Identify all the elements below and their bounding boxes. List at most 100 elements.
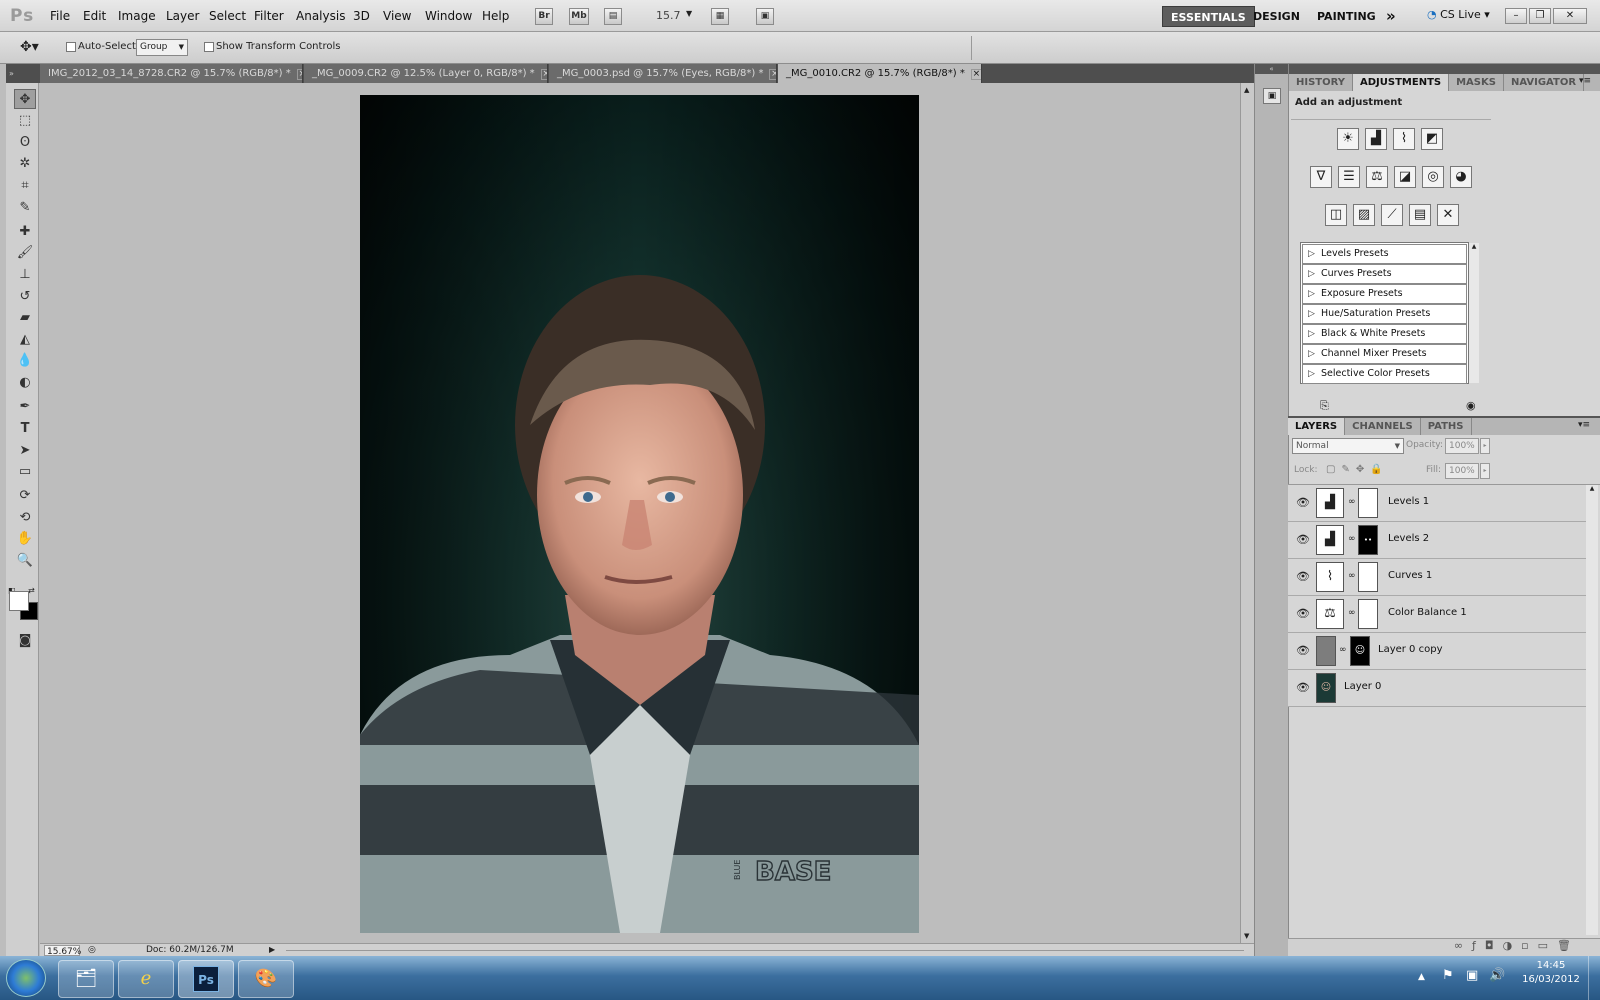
color-balance-icon[interactable]: ⚖ bbox=[1366, 166, 1388, 188]
workspace-essentials[interactable]: ESSENTIALS bbox=[1162, 6, 1255, 27]
blur-tool-icon[interactable]: 💧 bbox=[14, 351, 36, 371]
fill-input[interactable]: 100% bbox=[1445, 463, 1479, 479]
layers-scrollbar[interactable]: ▲ bbox=[1586, 485, 1598, 935]
3d-orbit-tool-icon[interactable]: ⟲ bbox=[14, 508, 36, 528]
channel-mixer-icon[interactable]: ◕ bbox=[1450, 166, 1472, 188]
close-icon[interactable]: × bbox=[296, 69, 302, 80]
workspace-painting[interactable]: PAINTING bbox=[1309, 6, 1384, 27]
preset-curves[interactable]: ▷ Curves Presets bbox=[1302, 264, 1467, 284]
tab-navigator[interactable]: NAVIGATOR bbox=[1503, 74, 1585, 91]
curves-icon[interactable]: ⌇ bbox=[1393, 128, 1415, 150]
paint-taskbar-icon[interactable]: 🎨 bbox=[238, 960, 294, 998]
gradient-map-icon[interactable]: ▤ bbox=[1409, 204, 1431, 226]
posterize-icon[interactable]: ▨ bbox=[1353, 204, 1375, 226]
close-icon[interactable]: × bbox=[970, 69, 981, 80]
history-brush-tool-icon[interactable]: ↺ bbox=[14, 287, 36, 307]
doc-tab-4-active[interactable]: _MG_0010.CR2 @ 15.7% (RGB/8*) * × bbox=[778, 64, 982, 83]
link-icon[interactable]: ∞ bbox=[1348, 497, 1356, 507]
preset-exposure[interactable]: ▷ Exposure Presets bbox=[1302, 284, 1467, 304]
move-tool-icon[interactable]: ✥ bbox=[14, 89, 36, 109]
levels-icon[interactable]: ▟ bbox=[1365, 128, 1387, 150]
eye-icon[interactable]: 👁 bbox=[1296, 644, 1310, 657]
menu-select[interactable]: Select bbox=[209, 9, 246, 23]
threshold-icon[interactable]: ⟋ bbox=[1381, 204, 1403, 226]
layer-row-levels-1[interactable]: 👁 ▟ ∞ Levels 1 bbox=[1288, 485, 1586, 522]
panel-menu-icon[interactable]: ▾≡ bbox=[1579, 76, 1591, 86]
close-button[interactable]: ✕ bbox=[1553, 8, 1587, 24]
tab-adjustments[interactable]: ADJUSTMENTS bbox=[1353, 74, 1450, 91]
tab-channels[interactable]: CHANNELS bbox=[1345, 418, 1421, 435]
photo-filter-icon[interactable]: ◎ bbox=[1422, 166, 1444, 188]
layer-row-curves-1[interactable]: 👁 ⌇ ∞ Curves 1 bbox=[1288, 559, 1586, 596]
layer-row-layer-0-copy[interactable]: 👁 ∞ ☺ Layer 0 copy bbox=[1288, 633, 1586, 670]
opacity-input[interactable]: 100% bbox=[1445, 438, 1479, 454]
workspace-design[interactable]: DESIGN bbox=[1245, 6, 1308, 27]
layer-row-color-balance-1[interactable]: 👁 ⚖ ∞ Color Balance 1 bbox=[1288, 596, 1586, 633]
crop-tool-icon[interactable]: ⌗ bbox=[14, 176, 36, 196]
tab-masks[interactable]: MASKS bbox=[1449, 74, 1504, 91]
path-select-tool-icon[interactable]: ➤ bbox=[14, 441, 36, 461]
preset-levels[interactable]: ▷ Levels Presets bbox=[1302, 244, 1467, 264]
eye-icon[interactable]: 👁 bbox=[1296, 681, 1310, 694]
shape-tool-icon[interactable]: ▭ bbox=[14, 462, 36, 482]
layer-row-levels-2[interactable]: 👁 ▟ ∞ •• Levels 2 bbox=[1288, 522, 1586, 559]
link-icon[interactable]: ∞ bbox=[1348, 534, 1356, 544]
show-hidden-icons[interactable]: ▲ bbox=[1418, 972, 1425, 982]
link-icon[interactable]: ∞ bbox=[1348, 571, 1356, 581]
eye-icon[interactable]: 👁 bbox=[1296, 570, 1310, 583]
zoom-tool-icon[interactable]: 🔍 bbox=[14, 551, 36, 571]
auto-select-checkbox[interactable] bbox=[66, 42, 76, 55]
return-to-list-icon[interactable]: ⎘ bbox=[1320, 399, 1329, 413]
status-info-icon[interactable]: ◎ bbox=[88, 944, 96, 956]
close-icon[interactable]: × bbox=[540, 69, 547, 80]
preset-black-white[interactable]: ▷ Black & White Presets bbox=[1302, 324, 1467, 344]
layer-mask-thumbnail[interactable]: •• bbox=[1358, 525, 1378, 555]
action-center-flag-icon[interactable]: ⚑ bbox=[1442, 968, 1454, 983]
eye-icon[interactable]: 👁 bbox=[1296, 533, 1310, 546]
layer-mask-thumbnail[interactable] bbox=[1358, 562, 1378, 592]
menu-3d[interactable]: 3D bbox=[353, 9, 370, 23]
menu-layer[interactable]: Layer bbox=[166, 9, 199, 23]
clip-to-layer-icon[interactable]: ◉ bbox=[1466, 399, 1476, 412]
vibrance-icon[interactable]: ∇ bbox=[1310, 166, 1332, 188]
internet-explorer-taskbar-icon[interactable]: ℯ bbox=[118, 960, 174, 998]
preset-channel-mixer[interactable]: ▷ Channel Mixer Presets bbox=[1302, 344, 1467, 364]
invert-icon[interactable]: ◫ bbox=[1325, 204, 1347, 226]
auto-select-dropdown[interactable]: Group ▼ bbox=[136, 39, 188, 56]
clock[interactable]: 14:45 16/03/2012 bbox=[1522, 960, 1580, 985]
fill-slider-icon[interactable]: ▸ bbox=[1480, 463, 1490, 479]
volume-icon[interactable]: 🔊 bbox=[1489, 968, 1505, 983]
quick-select-tool-icon[interactable]: ✲ bbox=[14, 154, 36, 174]
zoom-level[interactable]: 15.7 bbox=[656, 9, 681, 22]
hand-tool-icon[interactable]: ✋ bbox=[14, 529, 36, 549]
tab-layers[interactable]: LAYERS bbox=[1288, 418, 1346, 435]
layer-row-layer-0[interactable]: 👁 ☺ Layer 0 bbox=[1288, 670, 1586, 707]
photoshop-taskbar-icon[interactable]: Ps bbox=[178, 960, 234, 998]
link-icon[interactable]: ∞ bbox=[1348, 608, 1356, 618]
transform-controls-checkbox[interactable] bbox=[204, 42, 214, 55]
presets-scrollbar[interactable]: ▲ bbox=[1469, 243, 1479, 383]
lasso-tool-icon[interactable]: ʘ bbox=[14, 133, 36, 153]
black-white-icon[interactable]: ◪ bbox=[1394, 166, 1416, 188]
swap-colors-icon[interactable]: ⇄ bbox=[28, 586, 38, 595]
exposure-icon[interactable]: ◩ bbox=[1421, 128, 1443, 150]
scroll-down-icon[interactable]: ▼ bbox=[1244, 932, 1249, 940]
cs-live-button[interactable]: ◔ CS Live ▾ bbox=[1427, 8, 1490, 21]
eyedropper-tool-icon[interactable]: ✎ bbox=[14, 198, 36, 218]
menu-edit[interactable]: Edit bbox=[83, 9, 106, 23]
eraser-tool-icon[interactable]: ▰ bbox=[14, 308, 36, 328]
foreground-color-swatch[interactable] bbox=[9, 591, 29, 611]
eye-icon[interactable]: 👁 bbox=[1296, 496, 1310, 509]
opacity-slider-icon[interactable]: ▸ bbox=[1480, 438, 1490, 454]
extras-icon[interactable]: ▤ bbox=[604, 8, 622, 25]
start-button[interactable] bbox=[6, 959, 46, 997]
minibridge-panel-icon[interactable]: ▣ bbox=[1263, 88, 1281, 104]
minimize-button[interactable]: – bbox=[1505, 8, 1527, 24]
hue-saturation-icon[interactable]: ☰ bbox=[1338, 166, 1360, 188]
brightness-contrast-icon[interactable]: ☀ bbox=[1337, 128, 1359, 150]
menu-analysis[interactable]: Analysis bbox=[296, 9, 345, 23]
layers-panel-menu-icon[interactable]: ▾≡ bbox=[1578, 420, 1590, 430]
menu-window[interactable]: Window bbox=[425, 9, 472, 23]
tab-history[interactable]: HISTORY bbox=[1289, 74, 1354, 91]
layer-mask-thumbnail[interactable]: ☺ bbox=[1350, 636, 1370, 666]
